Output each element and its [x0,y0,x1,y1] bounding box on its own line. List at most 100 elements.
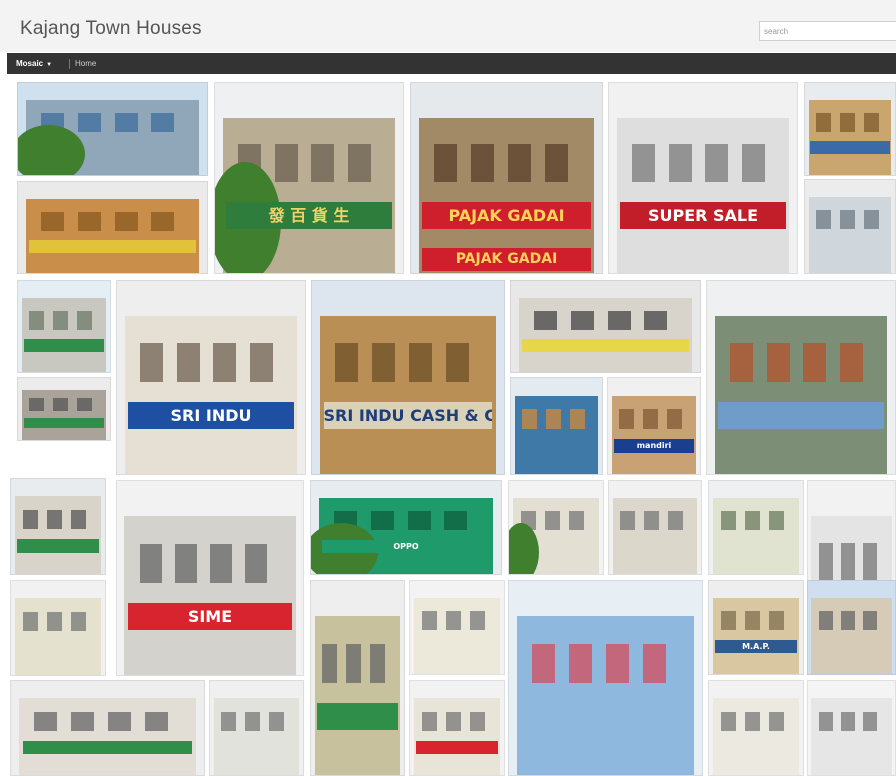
mosaic-menu[interactable]: Mosaic ▼ [16,53,52,74]
photo-tile-26[interactable] [508,580,703,776]
photo-tile-1[interactable] [17,82,208,176]
photo-tile-12[interactable] [706,280,896,475]
window-shape [446,343,469,382]
window-shape [151,113,174,132]
photo-tile-18[interactable]: OPPO [310,480,502,575]
window-shape [151,212,174,231]
photo-tile-25[interactable] [409,580,505,675]
shop-sign [23,418,105,428]
photo-tile-2[interactable]: 發 百 貨 生 [214,82,404,274]
photo-tile-23[interactable] [10,580,106,676]
window-shape [245,544,267,583]
building-facade [21,298,107,372]
shop-sign: SIME [128,603,292,630]
photo-tile-27[interactable]: M.A.P. [708,580,804,675]
window-shape [841,712,855,731]
photo-tile-31[interactable] [409,680,505,776]
window-shape [115,113,138,132]
window-shape [819,712,833,731]
photo-tile-32[interactable] [708,680,804,776]
shop-sign: OPPO [322,540,490,553]
window-shape [322,644,337,683]
shop-sign: PAJAK GADAI [422,202,591,229]
search-input[interactable] [759,21,896,41]
window-shape [335,343,358,382]
window-shape [371,511,394,530]
window-shape [29,398,44,411]
window-shape [422,611,437,630]
photo-tile-3[interactable]: PAJAK GADAI PAJAK GADAI [410,82,603,274]
site-title[interactable]: Kajang Town Houses [20,18,202,40]
building-facade [319,316,497,474]
mosaic-menu-label: Mosaic [16,59,44,68]
window-shape [721,712,736,731]
window-shape [175,544,197,583]
building-facade [14,496,102,574]
shop-sign [522,339,689,352]
photo-tile-17[interactable]: SIME [116,480,304,676]
photo-tile-19[interactable] [508,480,604,575]
photo-tile-24[interactable] [310,580,405,776]
nav-divider [69,59,70,69]
photo-tile-13[interactable] [17,377,111,441]
photo-tile-28[interactable] [807,580,896,675]
photo-tile-4[interactable]: SUPER SALE [608,82,798,274]
home-link[interactable]: Home [75,53,96,74]
shop-sign: SRI INDU CASH & CARRY [323,402,493,429]
window-shape [644,511,659,530]
building-facade [714,316,888,474]
window-shape [608,311,631,330]
building-facade [712,598,800,674]
window-shape [816,210,831,229]
window-shape [570,409,585,429]
window-shape [569,644,592,683]
photo-tile-11[interactable] [510,280,701,373]
photo-tile-16[interactable] [10,478,106,575]
window-shape [769,511,784,530]
window-shape [643,409,658,429]
window-shape [669,144,692,182]
window-shape [534,311,557,330]
window-shape [140,343,163,382]
photo-tile-14[interactable] [510,377,603,475]
shop-sign: mandiri [613,439,695,453]
window-shape [745,511,760,530]
photo-tile-21[interactable] [708,480,804,575]
window-shape [668,511,683,530]
building-facade [413,698,501,775]
window-shape [470,611,485,630]
window-shape [667,409,682,429]
window-shape [269,712,284,731]
building-facade [516,616,695,775]
building-facade [518,298,693,372]
photo-tile-20[interactable] [608,480,702,575]
window-shape [23,612,38,631]
photo-tile-6[interactable] [17,181,208,274]
window-shape [471,144,494,182]
photo-tile-29[interactable] [10,680,205,776]
photo-tile-5[interactable] [804,82,896,176]
building-facade [314,616,401,775]
photo-tile-7[interactable] [804,179,896,274]
window-shape [863,712,877,731]
window-shape [140,544,162,583]
window-shape [769,712,784,731]
shop-sign-lower: PAJAK GADAI [422,248,591,271]
window-shape [444,511,467,530]
window-shape [408,511,431,530]
photo-tile-30[interactable] [209,680,304,776]
window-shape [422,712,437,731]
shop-sign [810,141,890,154]
photo-tile-9[interactable]: SRI INDU [116,280,306,475]
photo-tile-15[interactable]: mandiri [607,377,701,475]
window-shape [77,311,92,330]
shop-sign: M.A.P. [714,640,798,653]
window-shape [346,644,361,683]
photo-tile-33[interactable] [807,680,896,776]
building-facade [811,598,892,674]
window-shape [767,343,790,382]
photo-tile-10[interactable]: SRI INDU CASH & CARRY [311,280,505,475]
window-shape [522,409,537,429]
window-shape [470,712,485,731]
photo-tile-8[interactable] [17,280,111,373]
